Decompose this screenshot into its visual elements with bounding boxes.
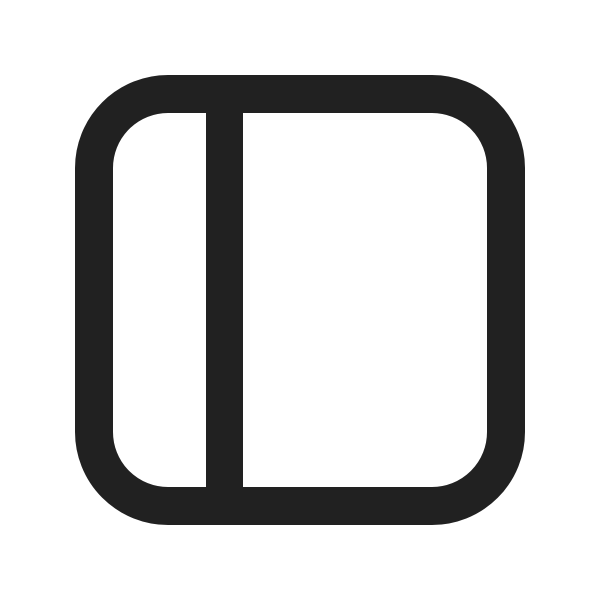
divider-line	[206, 94, 243, 506]
icon-canvas	[0, 0, 600, 600]
sidebar-panel-left-icon	[0, 0, 600, 600]
sidebar-panel-left-icon-graphic	[75, 75, 525, 525]
frame-outline	[75, 75, 525, 525]
